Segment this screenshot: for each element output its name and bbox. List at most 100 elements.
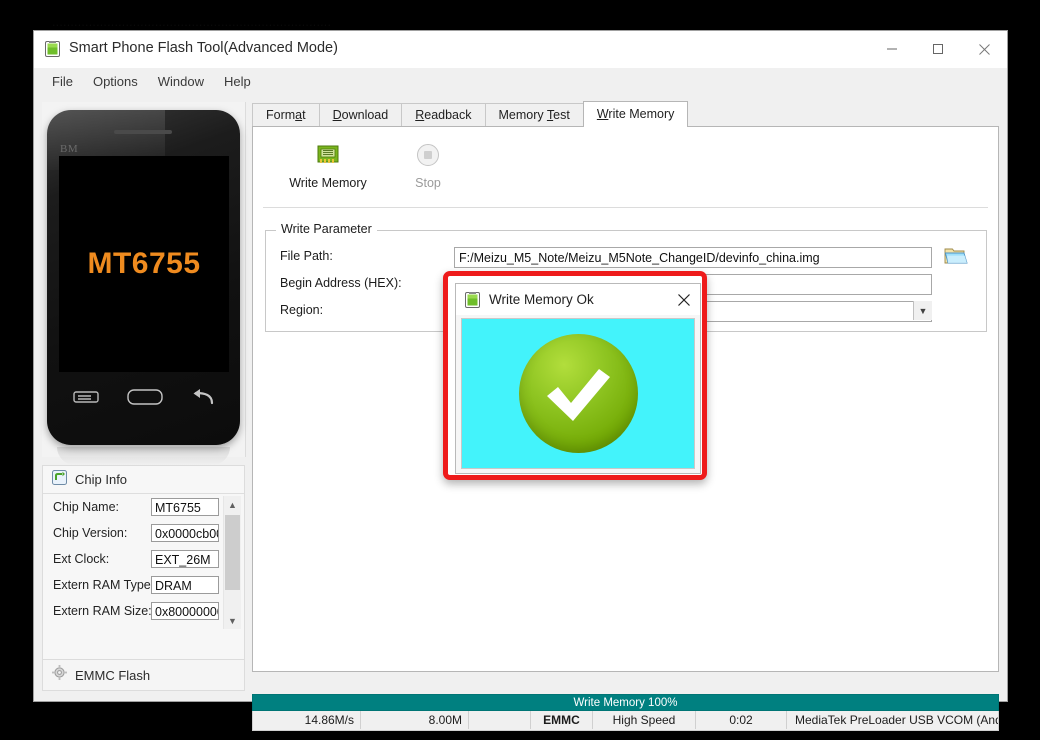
menu-bar: File Options Window Help bbox=[34, 68, 1007, 95]
flash-tool-icon bbox=[465, 292, 480, 308]
folder-browse-icon bbox=[944, 245, 968, 271]
tab-download-post: ownload bbox=[342, 108, 389, 122]
memory-chip-icon bbox=[285, 139, 371, 171]
gear-icon bbox=[52, 665, 67, 685]
success-check-icon bbox=[519, 334, 638, 453]
status-bar: Write Memory 100% 14.86M/s 8.00M EMMC Hi… bbox=[252, 694, 999, 732]
progress-bar: Write Memory 100% bbox=[252, 694, 999, 711]
chip-info-fields: Chip Name: MT6755 Chip Version: 0x0000cb… bbox=[43, 494, 244, 632]
status-size: 8.00M bbox=[361, 711, 469, 729]
maximize-button[interactable] bbox=[915, 31, 961, 67]
close-icon bbox=[677, 293, 691, 307]
begin-address-label: Begin Address (HEX): bbox=[280, 276, 402, 290]
tab-write-memory-accel: W bbox=[597, 107, 609, 121]
dialog-close-button[interactable] bbox=[668, 284, 700, 315]
phone-illustration: BM MT6755 bbox=[47, 110, 240, 445]
phone-screen: MT6755 bbox=[59, 156, 229, 372]
chip-info-panel: Chip Info Chip Name: MT6755 Chip Version… bbox=[42, 465, 245, 660]
chip-info-icon bbox=[52, 470, 67, 490]
file-path-label: File Path: bbox=[280, 249, 333, 263]
home-nav-button-icon bbox=[127, 389, 163, 410]
status-cells: 14.86M/s 8.00M EMMC High Speed 0:02 Medi… bbox=[252, 711, 999, 731]
highlight-box: Write Memory Ok bbox=[443, 271, 707, 480]
chip-info-row: Extern RAM Size: 0x80000000 bbox=[43, 598, 244, 624]
tab-readback[interactable]: Readback bbox=[401, 103, 485, 127]
menu-nav-button-icon bbox=[73, 390, 99, 409]
ext-clock-value[interactable]: EXT_26M bbox=[151, 550, 219, 568]
dialog-body bbox=[461, 318, 695, 469]
tab-format[interactable]: Format bbox=[252, 103, 320, 127]
chip-name-label: Chip Name: bbox=[53, 500, 151, 514]
emmc-flash-title: EMMC Flash bbox=[75, 668, 150, 683]
status-elapsed: 0:02 bbox=[696, 711, 787, 729]
status-blank bbox=[469, 711, 531, 729]
chip-info-row: Extern RAM Type: DRAM bbox=[43, 572, 244, 598]
tab-download-accel: D bbox=[333, 108, 342, 122]
back-nav-button-icon bbox=[191, 388, 215, 411]
window-controls bbox=[869, 31, 1007, 67]
menu-item-file[interactable]: File bbox=[42, 71, 83, 92]
stop-button[interactable]: Stop bbox=[385, 139, 471, 190]
tab-readback-post: eadback bbox=[424, 108, 471, 122]
phone-preview-panel: BM MT6755 bbox=[42, 102, 246, 457]
tab-download[interactable]: Download bbox=[319, 103, 403, 127]
status-speed: 14.86M/s bbox=[253, 711, 361, 729]
dialog-title-bar: Write Memory Ok bbox=[456, 284, 700, 315]
chip-info-row: Chip Name: MT6755 bbox=[43, 494, 244, 520]
tab-readback-accel: R bbox=[415, 108, 424, 122]
tab-write-memory-post: rite Memory bbox=[608, 107, 674, 121]
scrollbar-thumb[interactable] bbox=[225, 515, 240, 590]
cropped-top-strip: ........................................… bbox=[0, 0, 1040, 30]
menu-item-options[interactable]: Options bbox=[83, 71, 148, 92]
cropped-top-text: ........................................… bbox=[52, 15, 331, 29]
emmc-flash-panel[interactable]: EMMC Flash bbox=[42, 660, 245, 691]
phone-brand-mark: BM bbox=[60, 143, 78, 155]
tab-format-post: t bbox=[302, 108, 305, 122]
minimize-button[interactable] bbox=[869, 31, 915, 67]
chip-version-value[interactable]: 0x0000cb00 bbox=[151, 524, 219, 542]
phone-nav-bar bbox=[59, 382, 229, 416]
close-button[interactable] bbox=[961, 31, 1007, 67]
chevron-down-icon[interactable]: ▼ bbox=[913, 301, 932, 320]
toolbar: Write Memory Stop bbox=[263, 131, 988, 208]
write-memory-ok-dialog: Write Memory Ok bbox=[455, 283, 701, 474]
progress-label: Write Memory 100% bbox=[574, 697, 678, 709]
browse-file-button[interactable] bbox=[942, 245, 970, 271]
extern-ram-size-label: Extern RAM Size: bbox=[53, 604, 151, 618]
dialog-title: Write Memory Ok bbox=[489, 292, 594, 307]
tab-memory-test-pre: Memory bbox=[499, 108, 547, 122]
menu-item-window[interactable]: Window bbox=[148, 71, 214, 92]
phone-reflection bbox=[57, 447, 230, 465]
tab-format-pre: Form bbox=[266, 108, 295, 122]
scroll-up-icon[interactable]: ▲ bbox=[224, 496, 241, 513]
maximize-icon bbox=[932, 43, 944, 55]
tab-memory-test-post: est bbox=[553, 108, 570, 122]
write-memory-button[interactable]: Write Memory bbox=[285, 139, 371, 190]
status-usb-speed: High Speed bbox=[593, 711, 696, 729]
chip-name-value[interactable]: MT6755 bbox=[151, 498, 219, 516]
chip-info-header[interactable]: Chip Info bbox=[43, 466, 244, 494]
minimize-icon bbox=[886, 43, 898, 55]
phone-chip-label: MT6755 bbox=[87, 247, 200, 281]
stop-icon bbox=[385, 139, 471, 171]
write-parameter-title: Write Parameter bbox=[276, 222, 377, 236]
write-memory-button-label: Write Memory bbox=[285, 176, 371, 190]
file-path-input[interactable] bbox=[454, 247, 932, 268]
chip-info-row: Ext Clock: EXT_26M bbox=[43, 546, 244, 572]
extern-ram-type-value[interactable]: DRAM bbox=[151, 576, 219, 594]
scroll-down-icon[interactable]: ▼ bbox=[224, 612, 241, 629]
file-path-row: File Path: bbox=[266, 247, 988, 269]
title-bar: Smart Phone Flash Tool(Advanced Mode) bbox=[34, 31, 1007, 68]
extern-ram-size-value[interactable]: 0x80000000 bbox=[151, 602, 219, 620]
screenshot-root: ........................................… bbox=[0, 0, 1040, 740]
chip-info-scrollbar[interactable]: ▲ ▼ bbox=[223, 496, 241, 629]
phone-speaker bbox=[114, 130, 172, 134]
tab-write-memory[interactable]: Write Memory bbox=[583, 101, 689, 127]
tab-memory-test[interactable]: Memory Test bbox=[485, 103, 584, 127]
flash-tool-icon bbox=[45, 41, 60, 57]
chip-info-title: Chip Info bbox=[75, 472, 127, 487]
menu-item-help[interactable]: Help bbox=[214, 71, 261, 92]
extern-ram-type-label: Extern RAM Type: bbox=[53, 578, 151, 592]
tab-strip: Format Download Readback Memory Test Wri… bbox=[252, 102, 999, 127]
region-label: Region: bbox=[280, 303, 323, 317]
